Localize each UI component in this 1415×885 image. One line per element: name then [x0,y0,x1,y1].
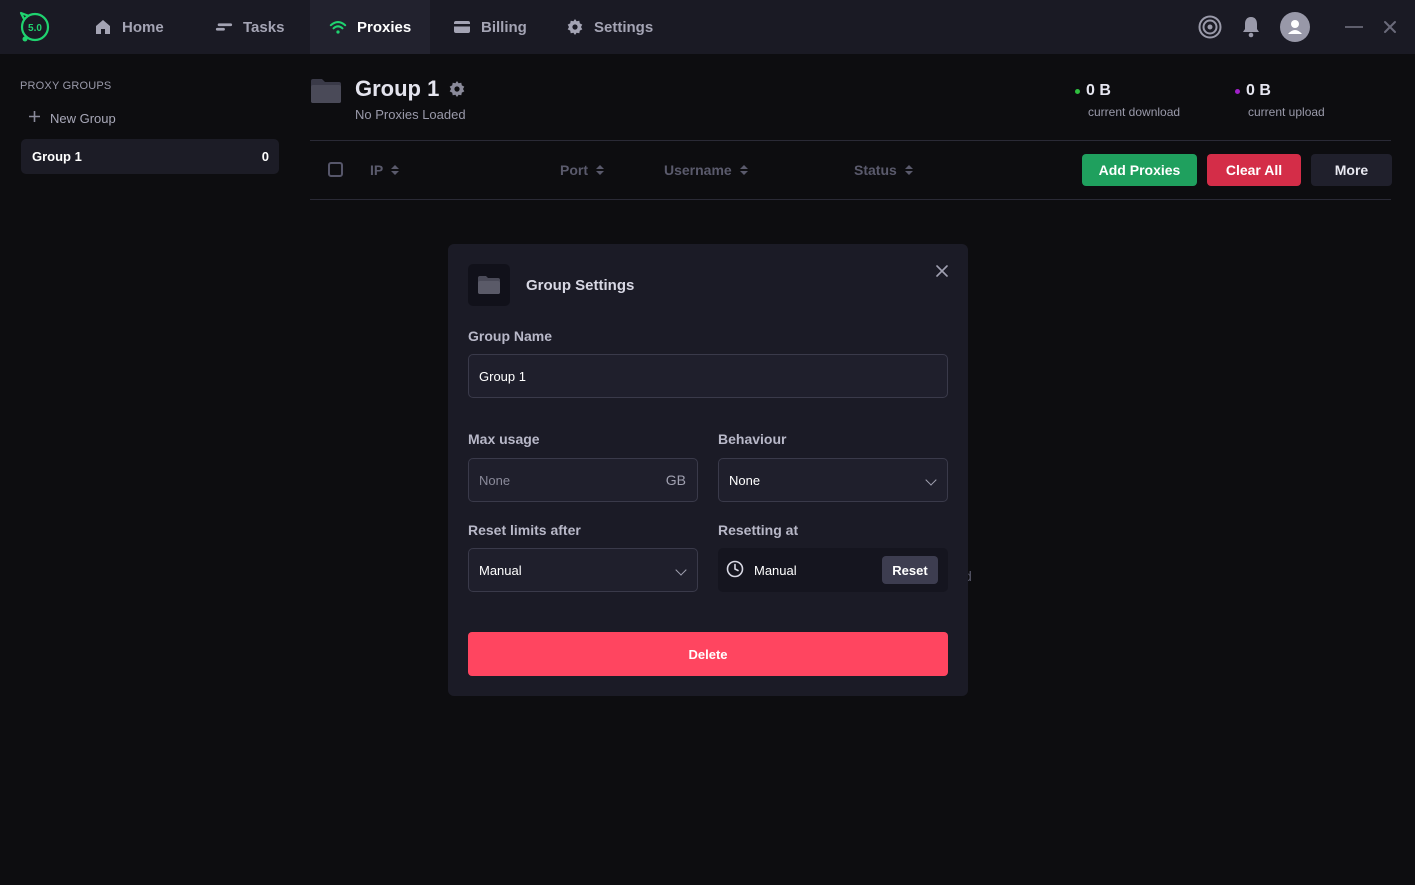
column-status-label: Status [854,162,897,178]
credit-icon[interactable] [1198,15,1222,39]
home-icon [94,18,112,36]
minimize-icon[interactable] [1345,26,1363,28]
card-icon [453,18,471,36]
sidebar-title: PROXY GROUPS [20,80,112,92]
download-dot-icon [1075,88,1080,94]
behaviour-select[interactable]: None [718,458,948,502]
close-window-icon[interactable] [1382,19,1398,35]
behaviour-label: Behaviour [718,431,787,447]
wifi-icon [329,18,347,36]
tab-proxies-label: Proxies [357,18,412,36]
sort-icon [391,165,400,175]
download-label: current download [1088,105,1181,119]
group-count-badge: 0 [261,149,269,164]
upload-value: 0 B [1246,82,1271,99]
tab-home[interactable]: Home [94,0,164,54]
sort-icon [739,165,748,175]
download-value: 0 B [1086,82,1111,99]
column-ip-label: IP [370,162,384,178]
upload-stat: 0 B current upload [1235,82,1325,119]
max-usage-input[interactable]: None GB [468,458,698,502]
top-navigation-bar: 5.0 Home Tasks Proxies Billing Settings [0,0,1415,54]
group-name-label: Group Name [468,328,553,344]
add-proxies-button[interactable]: Add Proxies [1082,154,1197,186]
new-group-button[interactable]: New Group [28,110,116,126]
reset-button[interactable]: Reset [882,556,938,584]
modal-title: Group Settings [526,277,635,294]
delete-button[interactable]: Delete [468,632,948,676]
column-username-label: Username [664,162,732,178]
reset-limits-label: Reset limits after [468,522,581,538]
avatar[interactable] [1280,12,1310,42]
download-stat: 0 B current download [1075,82,1181,119]
tasks-icon [215,18,233,36]
sort-icon [596,165,604,175]
max-usage-unit: GB [665,472,686,488]
tab-billing[interactable]: Billing [453,0,527,54]
group-name-value: Group 1 [479,368,526,384]
proxy-count-subtitle: No Proxies Loaded [355,107,466,122]
tab-home-label: Home [122,18,164,36]
page-title: Group 1 [355,76,440,101]
column-header-username[interactable]: Username [664,162,748,178]
behaviour-value: None [729,472,761,488]
column-header-ip[interactable]: IP [370,162,400,178]
tab-tasks-label: Tasks [243,18,285,36]
tab-settings[interactable]: Settings [566,0,653,54]
logo-version-text: 5.0 [28,23,42,34]
max-usage-label: Max usage [468,431,540,447]
sidebar-item-group-1[interactable]: Group 1 0 [21,139,279,174]
upload-label: current upload [1248,105,1325,119]
modal-folder-icon [468,264,510,306]
table-header-divider [310,199,1391,200]
folder-icon [310,77,342,105]
group-settings-modal: Group Settings Group Name Group 1 Max us… [448,244,968,696]
resetting-at-field[interactable]: Manual Reset [718,548,948,592]
group-name: Group 1 [32,149,82,164]
app-logo-icon[interactable]: 5.0 [18,10,52,44]
sort-icon [904,165,913,175]
resetting-at-label: Resetting at [718,522,799,538]
tab-billing-label: Billing [481,18,527,36]
more-button[interactable]: More [1311,154,1392,186]
header-divider [310,140,1391,141]
clock-icon [726,560,744,581]
column-port-label: Port [560,162,588,178]
chevron-down-icon [925,474,937,486]
group-name-input[interactable]: Group 1 [468,354,948,398]
resetting-at-value: Manual [754,562,797,578]
bell-icon[interactable] [1240,15,1262,39]
close-icon[interactable] [936,264,948,277]
column-header-port[interactable]: Port [560,162,604,178]
reset-limits-value: Manual [479,562,522,578]
max-usage-placeholder: None [479,472,511,488]
gear-icon [566,18,584,36]
select-all-checkbox[interactable] [328,162,343,177]
group-settings-gear-icon[interactable] [448,80,466,98]
reset-limits-select[interactable]: Manual [468,548,698,592]
app-window: 5.0 Home Tasks Proxies Billing Settings … [0,0,1415,885]
new-group-label: New Group [50,110,116,126]
column-header-status[interactable]: Status [854,162,913,178]
plus-icon [28,110,41,126]
tab-proxies[interactable]: Proxies [310,0,430,54]
clear-all-button[interactable]: Clear All [1207,154,1301,186]
tab-tasks[interactable]: Tasks [215,0,284,54]
upload-dot-icon [1235,88,1240,94]
chevron-down-icon [675,564,687,576]
tab-settings-label: Settings [594,18,654,36]
